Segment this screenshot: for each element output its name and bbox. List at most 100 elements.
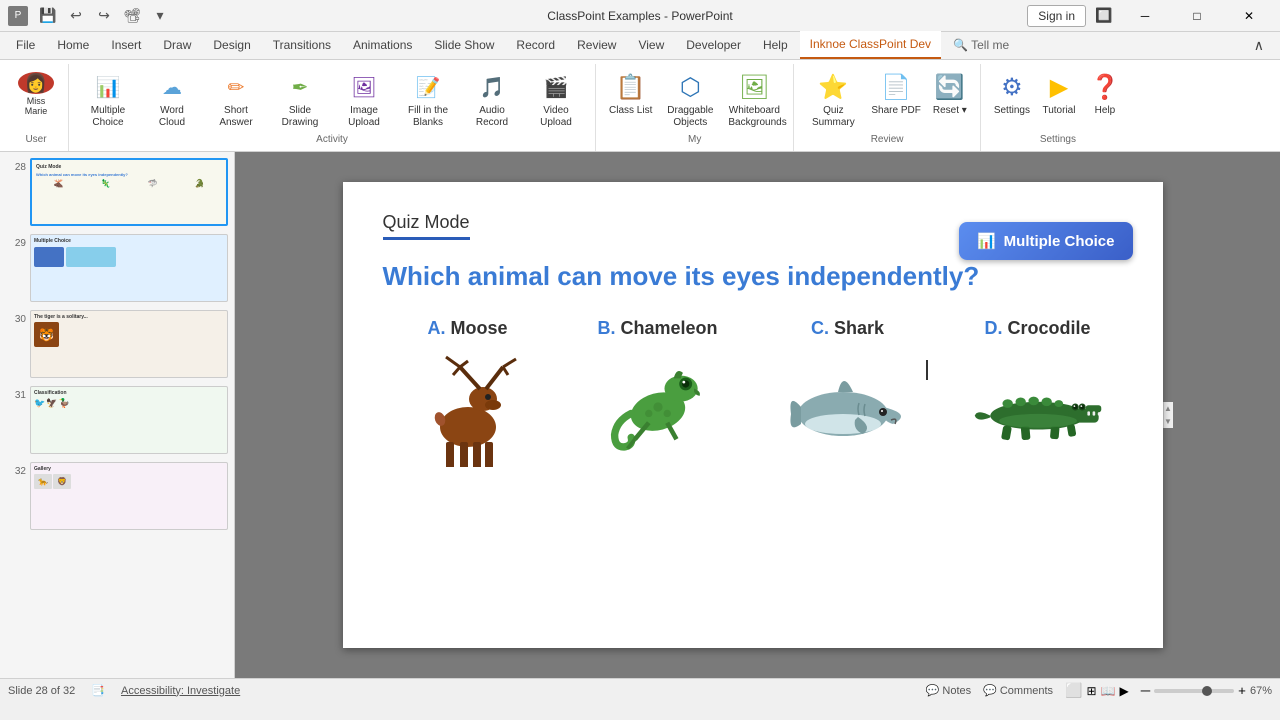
audio-record-ribbon-btn[interactable]: 🎵 Audio Record bbox=[461, 68, 523, 132]
scroll-up-arrow[interactable]: ▲ bbox=[1162, 402, 1174, 415]
redo-button[interactable]: ↪ bbox=[92, 4, 116, 28]
fill-blanks-icon: 📝 bbox=[412, 71, 444, 103]
whiteboard-bg-ribbon-btn[interactable]: 🖼 Whiteboard Backgrounds bbox=[723, 68, 785, 132]
tab-home[interactable]: Home bbox=[47, 31, 99, 59]
text-cursor bbox=[926, 360, 928, 380]
scroll-down-arrow[interactable]: ▼ bbox=[1162, 415, 1174, 428]
vertical-scrollbar[interactable]: ▲ ▼ bbox=[1163, 402, 1173, 428]
maximize-button[interactable]: □ bbox=[1174, 0, 1220, 32]
user-area: 👩 Miss Marie bbox=[12, 68, 60, 134]
slide-thumb-28[interactable]: 28 Quiz Mode Which animal can move its e… bbox=[4, 156, 230, 228]
tab-file[interactable]: File bbox=[6, 31, 45, 59]
group-label-settings: Settings bbox=[1040, 134, 1076, 147]
slide-drawing-ribbon-btn[interactable]: ✒ Slide Drawing bbox=[269, 68, 331, 132]
tab-slideshow[interactable]: Slide Show bbox=[424, 31, 504, 59]
present-button[interactable]: 📽 bbox=[120, 4, 144, 28]
tab-review[interactable]: Review bbox=[567, 31, 626, 59]
word-cloud-icon: ☁ bbox=[156, 71, 188, 103]
title-bar-right: Sign in 🔲 ─ □ ✕ bbox=[1027, 0, 1272, 32]
status-right: 💬 Notes 💬 Comments ⬜ ⊞ 📖 ▶ ─ + 67% bbox=[926, 682, 1272, 699]
minimize-button[interactable]: ─ bbox=[1122, 0, 1168, 32]
answer-d-label: D. Crocodile bbox=[984, 318, 1090, 339]
slide-num-28: 28 bbox=[6, 158, 26, 173]
whiteboard-bg-icon: 🖼 bbox=[738, 71, 770, 103]
tab-help[interactable]: Help bbox=[753, 31, 798, 59]
slide-img-32[interactable]: Gallery 🐆 🦁 bbox=[30, 462, 228, 530]
zoom-in-button[interactable]: + bbox=[1238, 683, 1246, 698]
tab-animations[interactable]: Animations bbox=[343, 31, 422, 59]
slide-img-30[interactable]: The tiger is a solitary... 🐯 bbox=[30, 310, 228, 378]
reset-ribbon-btn[interactable]: 🔄 Reset ▾ bbox=[928, 68, 972, 120]
view-controls: ⬜ ⊞ 📖 ▶ bbox=[1065, 682, 1129, 699]
tutorial-icon: ▶ bbox=[1043, 71, 1075, 103]
slide-thumb-32[interactable]: 32 Gallery 🐆 🦁 bbox=[4, 460, 230, 532]
slide-img-28[interactable]: Quiz Mode Which animal can move its eyes… bbox=[30, 158, 228, 226]
user-avatar[interactable]: 👩 Miss Marie bbox=[12, 68, 60, 120]
title-bar-left: P 💾 ↩ ↪ 📽 ▾ bbox=[8, 4, 172, 28]
more-button[interactable]: ▾ bbox=[148, 4, 172, 28]
group-label-user: User bbox=[25, 134, 46, 147]
tab-draw[interactable]: Draw bbox=[153, 31, 201, 59]
tab-view[interactable]: View bbox=[628, 31, 674, 59]
zoom-control[interactable]: ─ + 67% bbox=[1141, 683, 1272, 698]
main-area: 28 Quiz Mode Which animal can move its e… bbox=[0, 152, 1280, 678]
multiple-choice-activity-btn[interactable]: 📊 Multiple Choice bbox=[959, 222, 1133, 260]
undo-button[interactable]: ↩ bbox=[64, 4, 88, 28]
slide-thumb-29[interactable]: 29 Multiple Choice bbox=[4, 232, 230, 304]
class-list-ribbon-btn[interactable]: 📋 Class List bbox=[604, 68, 657, 120]
ribbon-group-activity: 📊 Multiple Choice ☁ Word Cloud ✏ Short A… bbox=[69, 64, 596, 151]
word-cloud-label: Word Cloud bbox=[146, 105, 198, 129]
close-button[interactable]: ✕ bbox=[1226, 0, 1272, 32]
save-button[interactable]: 💾 bbox=[36, 4, 60, 28]
slideshow-button[interactable]: ▶ bbox=[1119, 684, 1128, 698]
short-answer-icon: ✏ bbox=[220, 71, 252, 103]
reading-view-button[interactable]: 📖 bbox=[1101, 684, 1116, 698]
normal-view-button[interactable]: ⬜ bbox=[1065, 682, 1082, 699]
image-upload-ribbon-btn[interactable]: 🖼 Image Upload bbox=[333, 68, 395, 132]
tab-classpoint[interactable]: Inknoe ClassPoint Dev bbox=[800, 31, 941, 59]
slide-img-29[interactable]: Multiple Choice bbox=[30, 234, 228, 302]
settings-ribbon-btn[interactable]: ⚙ Settings bbox=[989, 68, 1035, 120]
zoom-out-button[interactable]: ─ bbox=[1141, 683, 1150, 698]
slide-info: Slide 28 of 32 bbox=[8, 685, 75, 697]
tab-design[interactable]: Design bbox=[203, 31, 260, 59]
answer-c-label: C. Shark bbox=[811, 318, 884, 339]
quiz-summary-ribbon-btn[interactable]: ⭐ Quiz Summary bbox=[802, 68, 864, 132]
help-label: Help bbox=[1095, 105, 1116, 117]
help-ribbon-btn[interactable]: ❓ Help bbox=[1083, 68, 1127, 120]
comments-button[interactable]: 💬 Comments bbox=[983, 684, 1053, 697]
quiz-mode-title: Quiz Mode bbox=[383, 212, 470, 240]
tab-record[interactable]: Record bbox=[506, 31, 565, 59]
word-cloud-ribbon-btn[interactable]: ☁ Word Cloud bbox=[141, 68, 203, 132]
group-label-review: Review bbox=[871, 134, 904, 147]
tab-transitions[interactable]: Transitions bbox=[263, 31, 341, 59]
tutorial-ribbon-btn[interactable]: ▶ Tutorial bbox=[1037, 68, 1081, 120]
answers-row: A. Moose bbox=[383, 318, 1123, 467]
sign-in-button[interactable]: Sign in bbox=[1027, 5, 1086, 27]
title-bar: P 💾 ↩ ↪ 📽 ▾ ClassPoint Examples - PowerP… bbox=[0, 0, 1280, 32]
zoom-slider[interactable] bbox=[1154, 689, 1234, 693]
tab-search[interactable]: 🔍 Tell me bbox=[943, 31, 1019, 59]
slide-sorter-button[interactable]: ⊞ bbox=[1086, 684, 1096, 698]
short-answer-ribbon-btn[interactable]: ✏ Short Answer bbox=[205, 68, 267, 132]
ribbon-group-my: 📋 Class List ⬡ Draggable Objects 🖼 White… bbox=[596, 64, 794, 151]
tab-developer[interactable]: Developer bbox=[676, 31, 751, 59]
tab-insert[interactable]: Insert bbox=[101, 31, 151, 59]
slide-thumb-31[interactable]: 31 Classification 🐦 🦅 🦆 bbox=[4, 384, 230, 456]
ribbon-display-button[interactable]: 🔲 bbox=[1092, 4, 1116, 28]
answer-c: C. Shark bbox=[763, 318, 933, 467]
multiple-choice-ribbon-btn[interactable]: 📊 Multiple Choice bbox=[77, 68, 139, 132]
fill-blanks-ribbon-btn[interactable]: 📝 Fill in the Blanks bbox=[397, 68, 459, 132]
accessibility-info[interactable]: Accessibility: Investigate bbox=[121, 685, 240, 697]
review-items: ⭐ Quiz Summary 📄 Share PDF 🔄 Reset ▾ bbox=[802, 68, 971, 134]
notes-button[interactable]: 💬 Notes bbox=[926, 684, 971, 697]
share-pdf-ribbon-btn[interactable]: 📄 Share PDF bbox=[866, 68, 925, 120]
slide-img-31[interactable]: Classification 🐦 🦅 🦆 bbox=[30, 386, 228, 454]
quiz-summary-label: Quiz Summary bbox=[807, 105, 859, 129]
video-upload-ribbon-btn[interactable]: 🎬 Video Upload bbox=[525, 68, 587, 132]
draggable-objects-ribbon-btn[interactable]: ⬡ Draggable Objects bbox=[659, 68, 721, 132]
collapse-ribbon-button[interactable]: ∧ bbox=[1244, 31, 1274, 59]
zoom-thumb[interactable] bbox=[1202, 686, 1212, 696]
slide-panel[interactable]: 28 Quiz Mode Which animal can move its e… bbox=[0, 152, 235, 678]
slide-thumb-30[interactable]: 30 The tiger is a solitary... 🐯 bbox=[4, 308, 230, 380]
